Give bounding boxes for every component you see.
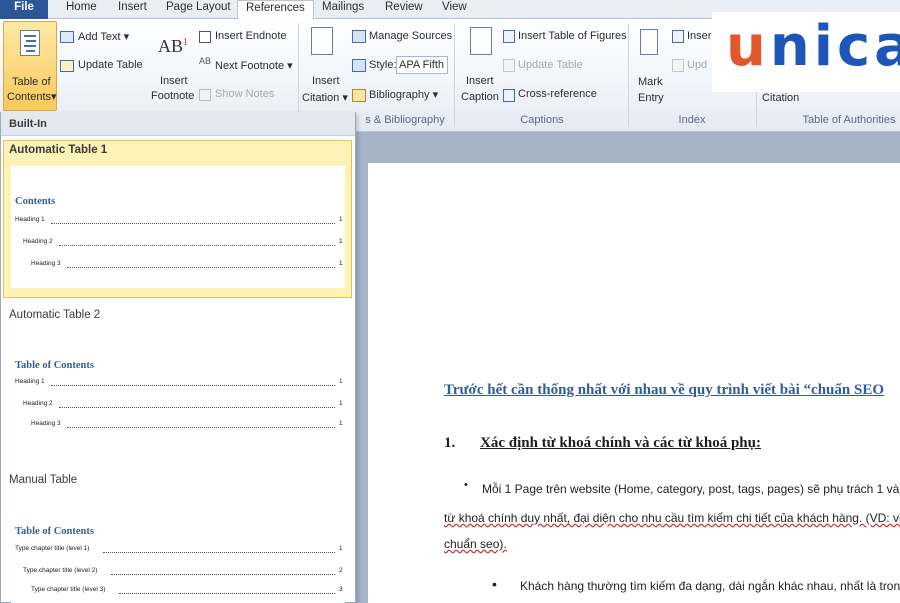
insert-footnote-label-2[interactable]: Footnote	[151, 90, 194, 102]
bibliography-icon	[352, 89, 366, 102]
cross-reference-icon	[503, 89, 515, 102]
mark-citation-label[interactable]: Citation	[762, 92, 799, 104]
update-index-button[interactable]: Upd	[687, 59, 707, 71]
paragraph-line-3[interactable]: chuẩn seo).	[444, 537, 507, 551]
update-table-figures-button[interactable]: Update Table	[518, 59, 583, 71]
citation-style-icon	[352, 59, 366, 72]
preview-page-number: 1	[339, 378, 343, 385]
insert-citation-label-1[interactable]: Insert	[312, 75, 340, 87]
insert-index-icon	[672, 30, 684, 43]
cross-reference-button[interactable]: Cross-reference	[518, 88, 597, 100]
preview-heading: Heading 1	[15, 378, 45, 385]
captions-group-label: Captions	[520, 114, 564, 126]
table-of-contents-icon	[20, 30, 40, 56]
manage-sources-icon	[352, 30, 366, 43]
automatic-table-1-preview: Contents Heading 1 1 Heading 2 1 Heading…	[11, 166, 345, 288]
table-of-authorities-group-label: Table of Authorities	[802, 114, 896, 126]
show-notes-icon	[199, 89, 211, 101]
manual-table-preview[interactable]: Table of Contents Type chapter title (le…	[11, 504, 345, 603]
insert-caption-label-2[interactable]: Caption	[461, 91, 499, 103]
bullet-text[interactable]: Khách hàng thường tìm kiếm đa dạng, dài …	[520, 579, 900, 593]
tab-references[interactable]: References	[237, 0, 314, 20]
preview-page-number: 1	[339, 545, 343, 552]
tab-view[interactable]: View	[442, 0, 467, 19]
bullet-marker: •	[464, 479, 468, 491]
document-title[interactable]: Trước hết cần thống nhất với nhau về quy…	[444, 382, 884, 399]
preview-page-number: 1	[339, 238, 343, 245]
automatic-table-2-preview[interactable]: Table of Contents Heading 1 1 Heading 2 …	[11, 334, 345, 444]
preview-heading: Heading 3	[31, 420, 61, 427]
bullet-marker: •	[492, 576, 497, 592]
tab-review[interactable]: Review	[385, 0, 423, 19]
insert-caption-label-1[interactable]: Insert	[466, 75, 494, 87]
preview-title: Table of Contents	[15, 526, 94, 537]
insert-caption-icon	[470, 27, 492, 55]
heading-number: 1.	[444, 435, 456, 451]
show-notes-button[interactable]: Show Notes	[215, 88, 274, 100]
insert-index-button[interactable]: Inser	[687, 30, 711, 42]
citation-style-label: Style:	[369, 59, 397, 71]
table-of-figures-icon	[503, 30, 515, 43]
insert-citation-icon	[311, 27, 333, 55]
preview-heading: Heading 3	[31, 260, 61, 267]
tab-page-layout[interactable]: Page Layout	[166, 0, 231, 19]
mark-entry-label-1[interactable]: Mark	[638, 76, 662, 88]
manual-table-name[interactable]: Manual Table	[9, 474, 77, 486]
update-table-icon	[60, 60, 74, 72]
paragraph-line-1[interactable]: Mỗi 1 Page trên website (Home, category,…	[482, 482, 900, 496]
preview-page-number: 1	[339, 420, 343, 427]
insert-footnote-icon: AB1	[158, 36, 189, 56]
automatic-table-1-name: Automatic Table 1	[9, 144, 108, 156]
manage-sources-button[interactable]: Manage Sources	[369, 30, 452, 42]
table-of-contents-button[interactable]: Table of Contents▾	[3, 21, 57, 111]
preview-chapter: Type chapter title (level 2)	[23, 567, 98, 574]
paragraph-line-2[interactable]: từ khoá chính duy nhất, đại diện cho nhu…	[444, 511, 900, 525]
insert-endnote-icon	[199, 31, 211, 43]
citations-group-label: s & Bibliography	[365, 114, 445, 126]
tab-home[interactable]: Home	[66, 0, 97, 19]
preview-chapter: Type chapter title (level 3)	[31, 586, 106, 593]
preview-title: Contents	[15, 196, 56, 207]
bibliography-button[interactable]: Bibliography ▾	[369, 88, 438, 101]
mark-entry-label-2[interactable]: Entry	[638, 92, 664, 104]
preview-page-number: 2	[339, 567, 343, 574]
next-footnote-icon: AB	[199, 56, 212, 66]
insert-footnote-label-1[interactable]: Insert	[160, 75, 188, 87]
insert-table-of-figures-button[interactable]: Insert Table of Figures	[518, 30, 627, 42]
preview-title: Table of Contents	[15, 360, 94, 371]
insert-endnote-button[interactable]: Insert Endnote	[215, 30, 287, 42]
next-footnote-button[interactable]: Next Footnote ▾	[215, 59, 293, 72]
add-text-button[interactable]: Add Text ▾	[78, 30, 129, 43]
tab-mailings[interactable]: Mailings	[322, 0, 364, 19]
toc-label-line1: Table of	[12, 76, 51, 88]
table-of-contents-gallery: Built-In Automatic Table 1 Contents Head…	[0, 112, 356, 603]
heading-1[interactable]: Xác định từ khoá chính và các từ khoá ph…	[480, 435, 761, 452]
preview-page-number: 3	[339, 586, 343, 593]
tab-insert[interactable]: Insert	[118, 0, 147, 19]
unica-logo: unica	[712, 12, 900, 92]
group-separator	[454, 23, 455, 127]
gallery-section-header: Built-In	[1, 112, 355, 136]
update-table-button[interactable]: Update Table	[78, 59, 143, 71]
preview-page-number: 1	[339, 400, 343, 407]
add-text-icon	[60, 31, 74, 43]
citation-style-select[interactable]: APA Fifth	[396, 56, 448, 74]
index-group-label: Index	[678, 114, 706, 126]
insert-citation-label-2[interactable]: Citation ▾	[302, 91, 348, 104]
chevron-down-icon: ▾	[51, 91, 57, 103]
preview-chapter: Type chapter title (level 1)	[15, 545, 90, 552]
preview-page-number: 1	[339, 216, 343, 223]
preview-page-number: 1	[339, 260, 343, 267]
preview-heading: Heading 1	[15, 216, 45, 223]
group-separator	[628, 23, 629, 127]
mark-entry-icon	[640, 29, 658, 55]
preview-heading: Heading 2	[23, 400, 53, 407]
tab-file[interactable]: File	[0, 0, 48, 19]
update-index-icon	[672, 59, 684, 72]
update-table-dim-icon	[503, 59, 515, 72]
toc-label-line2: Contents▾	[7, 91, 57, 103]
preview-heading: Heading 2	[23, 238, 53, 245]
automatic-table-2-name[interactable]: Automatic Table 2	[9, 309, 100, 321]
